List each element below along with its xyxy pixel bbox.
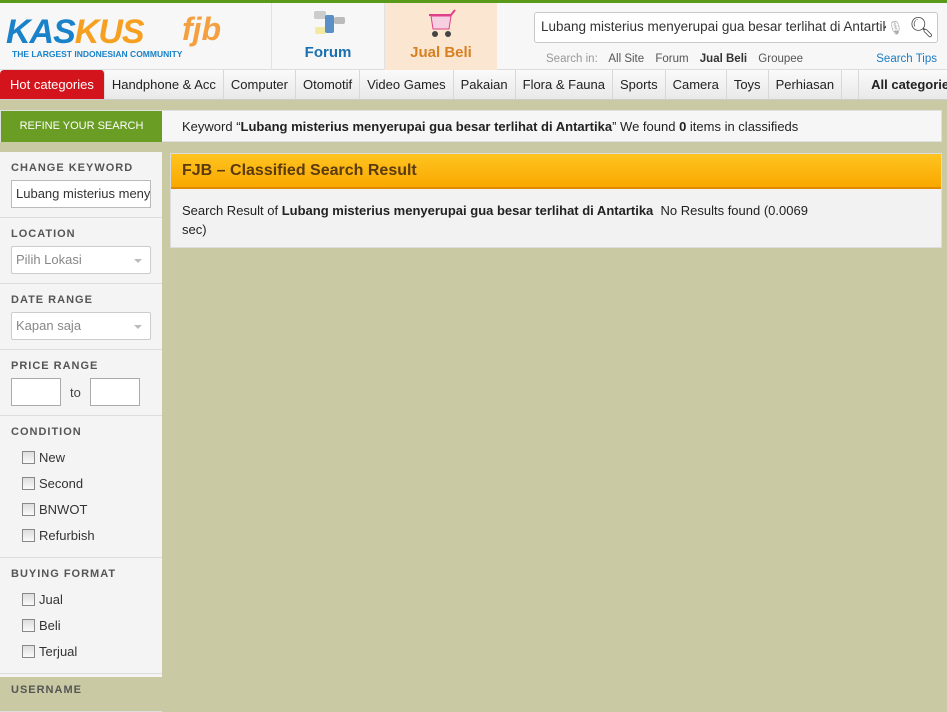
price-min-input[interactable] <box>11 378 61 406</box>
date-range-heading: DATE RANGE <box>11 294 93 306</box>
date-range-select[interactable]: Kapan saja <box>11 312 151 340</box>
username-heading: USERNAME <box>11 684 82 696</box>
search-box: 🎙 🔍︎ <box>534 12 938 43</box>
scope-jual-beli[interactable]: Jual Beli <box>700 53 747 65</box>
change-keyword-heading: CHANGE KEYWORD <box>11 162 134 174</box>
logo-tagline: THE LARGEST INDONESIAN COMMUNITY <box>12 49 183 59</box>
format-checkbox[interactable]: Beli <box>11 612 151 638</box>
checkbox-icon[interactable] <box>22 450 35 464</box>
category-nav: Hot categories Handphone & Acc Computer … <box>0 70 947 100</box>
nav-item[interactable]: Video Games <box>360 70 454 99</box>
checkbox-label: BNWOT <box>39 501 88 517</box>
search-result-panel: FJB – Classified Search Result Search Re… <box>170 153 942 248</box>
condition-checkbox[interactable]: New <box>11 444 151 470</box>
result-body: Search Result of Lubang misterius menyer… <box>171 189 831 251</box>
checkbox-icon[interactable] <box>22 618 35 632</box>
condition-checkbox[interactable]: BNWOT <box>11 496 151 522</box>
nav-item[interactable]: Computer <box>224 70 296 99</box>
price-range-heading: PRICE RANGE <box>11 360 99 372</box>
scope-forum[interactable]: Forum <box>655 53 688 65</box>
all-categories-label: All categories <box>871 77 947 92</box>
search-input[interactable] <box>541 19 886 34</box>
checkbox-label: Second <box>39 475 84 491</box>
condition-heading: CONDITION <box>11 426 82 438</box>
price-to-label: to <box>70 384 81 400</box>
checkbox-icon[interactable] <box>22 528 35 542</box>
refine-bar: REFINE YOUR SEARCH Keyword “Lubang miste… <box>0 110 942 142</box>
nav-item[interactable]: Otomotif <box>296 70 361 99</box>
price-max-input[interactable] <box>89 378 140 406</box>
scope-all-site[interactable]: All Site <box>608 53 644 65</box>
keyword-input[interactable]: Lubang misterius menyerupai gua besar te… <box>11 180 151 208</box>
keyword-summary: Keyword “Lubang misterius menyerupai gua… <box>182 119 798 134</box>
format-checkbox[interactable]: Terjual <box>11 638 151 664</box>
kw-keyword: Lubang misterius menyerupai gua besar te… <box>240 119 613 134</box>
nav-item[interactable]: Handphone & Acc <box>105 70 224 99</box>
result-title: FJB – Classified Search Result <box>171 154 941 189</box>
search-tips-link[interactable]: Search Tips <box>876 53 937 65</box>
nav-all-categories[interactable]: All categories ▼ <box>858 70 947 99</box>
scope-groupee[interactable]: Groupee <box>758 53 803 65</box>
nav-item[interactable]: Camera <box>666 70 727 99</box>
checkbox-icon[interactable] <box>22 502 35 516</box>
kw-suffix: items in classifieds <box>686 119 799 134</box>
condition-checkbox[interactable]: Refurbish <box>11 522 151 548</box>
header: KASKUS fjb THE LARGEST INDONESIAN COMMUN… <box>0 3 947 70</box>
checkbox-icon[interactable] <box>22 644 35 658</box>
condition-checkbox[interactable]: Second <box>11 470 151 496</box>
sidebar-filters: CHANGE KEYWORD Lubang misterius menyerupa… <box>0 152 162 712</box>
tab-jual-beli[interactable]: Jual Beli <box>384 3 497 70</box>
location-select[interactable]: Pilih Lokasi <box>11 246 151 274</box>
checkbox-label: Beli <box>39 617 61 633</box>
checkbox-label: Terjual <box>39 643 78 659</box>
checkbox-label: Refurbish <box>39 527 95 543</box>
buying-format-heading: BUYING FORMAT <box>11 568 117 580</box>
format-checkbox[interactable]: Jual <box>11 586 151 612</box>
forum-icon <box>314 11 345 34</box>
nav-hot-categories[interactable]: Hot categories <box>0 70 105 99</box>
nav-item[interactable]: Perhiasan <box>769 70 843 99</box>
location-heading: LOCATION <box>11 228 76 240</box>
refine-search-label: REFINE YOUR SEARCH <box>1 111 162 142</box>
checkbox-label: New <box>39 449 66 465</box>
nav-item[interactable]: Flora & Fauna <box>516 70 613 99</box>
nav-item[interactable]: Sports <box>613 70 666 99</box>
checkbox-icon[interactable] <box>22 476 35 490</box>
checkbox-label: Jual <box>39 591 63 607</box>
nav-item[interactable]: Pakaian <box>454 70 516 99</box>
cart-icon <box>429 9 456 37</box>
kw-prefix: Keyword “ <box>182 119 241 134</box>
kaskus-logo[interactable]: KASKUS fjb THE LARGEST INDONESIAN COMMUN… <box>4 11 264 63</box>
nav-item[interactable]: Toys <box>727 70 769 99</box>
search-icon[interactable]: 🔍︎ <box>909 15 934 40</box>
tab-forum-label: Forum <box>304 44 352 61</box>
search-in-label: Search in: <box>546 53 598 65</box>
microphone-icon[interactable]: 🎙 <box>887 20 904 36</box>
result-keyword: Lubang misterius menyerupai gua besar te… <box>281 203 654 218</box>
kw-mid: ” We found <box>612 119 680 134</box>
search-scope: Search in: All Site Forum Jual Beli Grou… <box>546 53 811 65</box>
tab-jual-beli-label: Jual Beli <box>410 44 472 61</box>
checkbox-icon[interactable] <box>22 592 35 606</box>
tab-forum[interactable]: Forum <box>271 3 384 70</box>
result-prefix: Search Result of <box>182 203 282 218</box>
